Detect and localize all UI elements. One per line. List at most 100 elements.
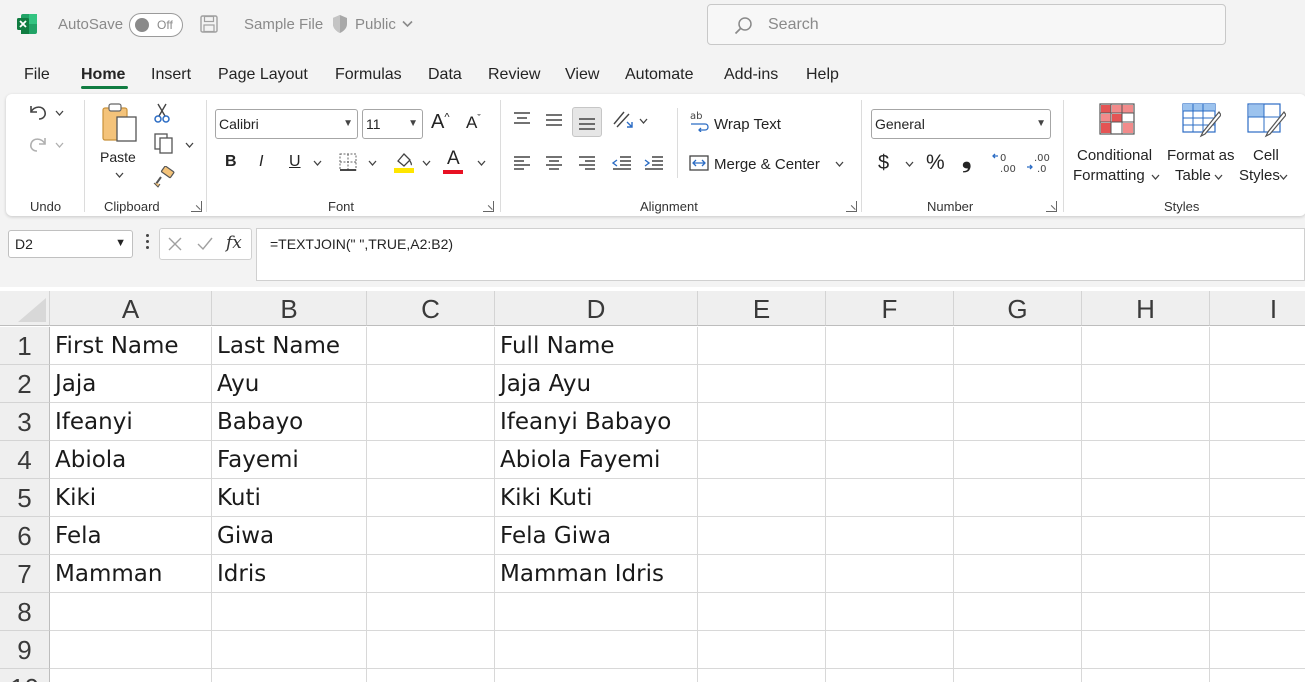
cell-i1[interactable] <box>1210 327 1305 365</box>
cell-a9[interactable] <box>50 631 212 669</box>
redo-icon[interactable] <box>26 134 50 154</box>
decrease-decimal-icon[interactable]: .00 .0 <box>1025 151 1053 175</box>
search-box[interactable]: Search <box>707 4 1226 45</box>
tab-insert[interactable]: Insert <box>151 66 191 84</box>
column-header-b[interactable]: B <box>212 291 367 326</box>
tab-automate[interactable]: Automate <box>625 66 693 84</box>
cell-c3[interactable] <box>367 403 495 441</box>
row-header-2[interactable]: 2 <box>0 365 50 403</box>
row-header-1[interactable]: 1 <box>0 327 50 365</box>
cell-h10[interactable] <box>1082 669 1210 682</box>
column-header-c[interactable]: C <box>367 291 495 326</box>
cell-d10[interactable] <box>495 669 698 682</box>
align-top-icon[interactable] <box>512 111 532 127</box>
tab-review[interactable]: Review <box>488 66 540 84</box>
cell-d6[interactable]: Fela Giwa <box>495 517 698 555</box>
clipboard-launcher-icon[interactable] <box>191 201 202 212</box>
cell-f8[interactable] <box>826 593 954 631</box>
cell-d1[interactable]: Full Name <box>495 327 698 365</box>
cell-f3[interactable] <box>826 403 954 441</box>
cell-c4[interactable] <box>367 441 495 479</box>
cell-a8[interactable] <box>50 593 212 631</box>
tab-help[interactable]: Help <box>806 66 839 84</box>
format-as-table-icon[interactable] <box>1181 102 1221 138</box>
currency-icon[interactable]: $ <box>878 152 889 175</box>
italic-button[interactable]: I <box>259 153 263 171</box>
font-color-dropdown-icon[interactable] <box>477 160 486 166</box>
cell-g6[interactable] <box>954 517 1082 555</box>
orientation-dropdown-icon[interactable] <box>639 118 648 124</box>
cell-i7[interactable] <box>1210 555 1305 593</box>
row-header-9[interactable]: 9 <box>0 631 50 669</box>
copy-icon[interactable] <box>152 132 176 154</box>
row-header-5[interactable]: 5 <box>0 479 50 517</box>
alignment-launcher-icon[interactable] <box>846 201 857 212</box>
wrap-text-label[interactable]: Wrap Text <box>714 116 781 133</box>
align-middle-icon[interactable] <box>544 113 564 129</box>
align-left-icon[interactable] <box>512 155 532 171</box>
cell-a2[interactable]: Jaja <box>50 365 212 403</box>
cell-a5[interactable]: Kiki <box>50 479 212 517</box>
cell-a3[interactable]: Ifeanyi <box>50 403 212 441</box>
cell-i5[interactable] <box>1210 479 1305 517</box>
cell-g2[interactable] <box>954 365 1082 403</box>
conditional-formatting-line2[interactable]: Formatting <box>1073 167 1145 184</box>
column-header-e[interactable]: E <box>698 291 826 326</box>
cell-f2[interactable] <box>826 365 954 403</box>
paste-dropdown-icon[interactable] <box>115 172 124 178</box>
cell-d4[interactable]: Abiola Fayemi <box>495 441 698 479</box>
increase-indent-icon[interactable] <box>643 155 665 171</box>
cell-e1[interactable] <box>698 327 826 365</box>
font-launcher-icon[interactable] <box>483 201 494 212</box>
undo-dropdown-icon[interactable] <box>55 110 64 116</box>
wrap-text-icon[interactable]: ab <box>689 110 711 132</box>
format-table-dropdown-icon[interactable] <box>1214 174 1223 180</box>
cell-h6[interactable] <box>1082 517 1210 555</box>
cell-e4[interactable] <box>698 441 826 479</box>
cell-i9[interactable] <box>1210 631 1305 669</box>
cell-f6[interactable] <box>826 517 954 555</box>
cell-a1[interactable]: First Name <box>50 327 212 365</box>
align-right-icon[interactable] <box>577 155 597 171</box>
cell-styles-line2[interactable]: Styles <box>1239 167 1280 184</box>
cell-styles-line1[interactable]: Cell <box>1253 147 1279 164</box>
cell-b8[interactable] <box>212 593 367 631</box>
cell-g8[interactable] <box>954 593 1082 631</box>
column-header-i[interactable]: I <box>1210 291 1305 326</box>
conditional-formatting-icon[interactable] <box>1098 102 1136 136</box>
font-name-select[interactable]: Calibri ▼ <box>215 109 358 139</box>
merge-dropdown-icon[interactable] <box>835 161 844 167</box>
cell-styles-dropdown-icon[interactable] <box>1279 174 1288 180</box>
cell-c2[interactable] <box>367 365 495 403</box>
cell-c9[interactable] <box>367 631 495 669</box>
cell-g5[interactable] <box>954 479 1082 517</box>
file-name[interactable]: Sample File <box>244 16 323 33</box>
increase-decimal-icon[interactable]: 0 .00 <box>991 151 1019 175</box>
cell-i10[interactable] <box>1210 669 1305 682</box>
cell-b5[interactable]: Kuti <box>212 479 367 517</box>
tab-home[interactable]: Home <box>81 66 125 84</box>
conditional-formatting-line1[interactable]: Conditional <box>1077 147 1152 164</box>
row-header-3[interactable]: 3 <box>0 403 50 441</box>
cell-styles-icon[interactable] <box>1246 102 1286 138</box>
cell-c7[interactable] <box>367 555 495 593</box>
cell-f7[interactable] <box>826 555 954 593</box>
more-options-icon[interactable] <box>146 234 149 250</box>
cell-e6[interactable] <box>698 517 826 555</box>
cell-g10[interactable] <box>954 669 1082 682</box>
cell-g1[interactable] <box>954 327 1082 365</box>
decrease-font-icon[interactable]: Aˇ <box>466 113 481 133</box>
cell-i6[interactable] <box>1210 517 1305 555</box>
cell-h3[interactable] <box>1082 403 1210 441</box>
merge-center-icon[interactable] <box>688 154 710 172</box>
decrease-indent-icon[interactable] <box>611 155 633 171</box>
save-icon[interactable] <box>199 14 219 34</box>
cell-h8[interactable] <box>1082 593 1210 631</box>
tab-view[interactable]: View <box>565 66 599 84</box>
column-header-f[interactable]: F <box>826 291 954 326</box>
cell-e2[interactable] <box>698 365 826 403</box>
row-header-7[interactable]: 7 <box>0 555 50 593</box>
tab-add-ins[interactable]: Add-ins <box>724 66 778 84</box>
copy-dropdown-icon[interactable] <box>185 142 194 148</box>
cell-d2[interactable]: Jaja Ayu <box>495 365 698 403</box>
